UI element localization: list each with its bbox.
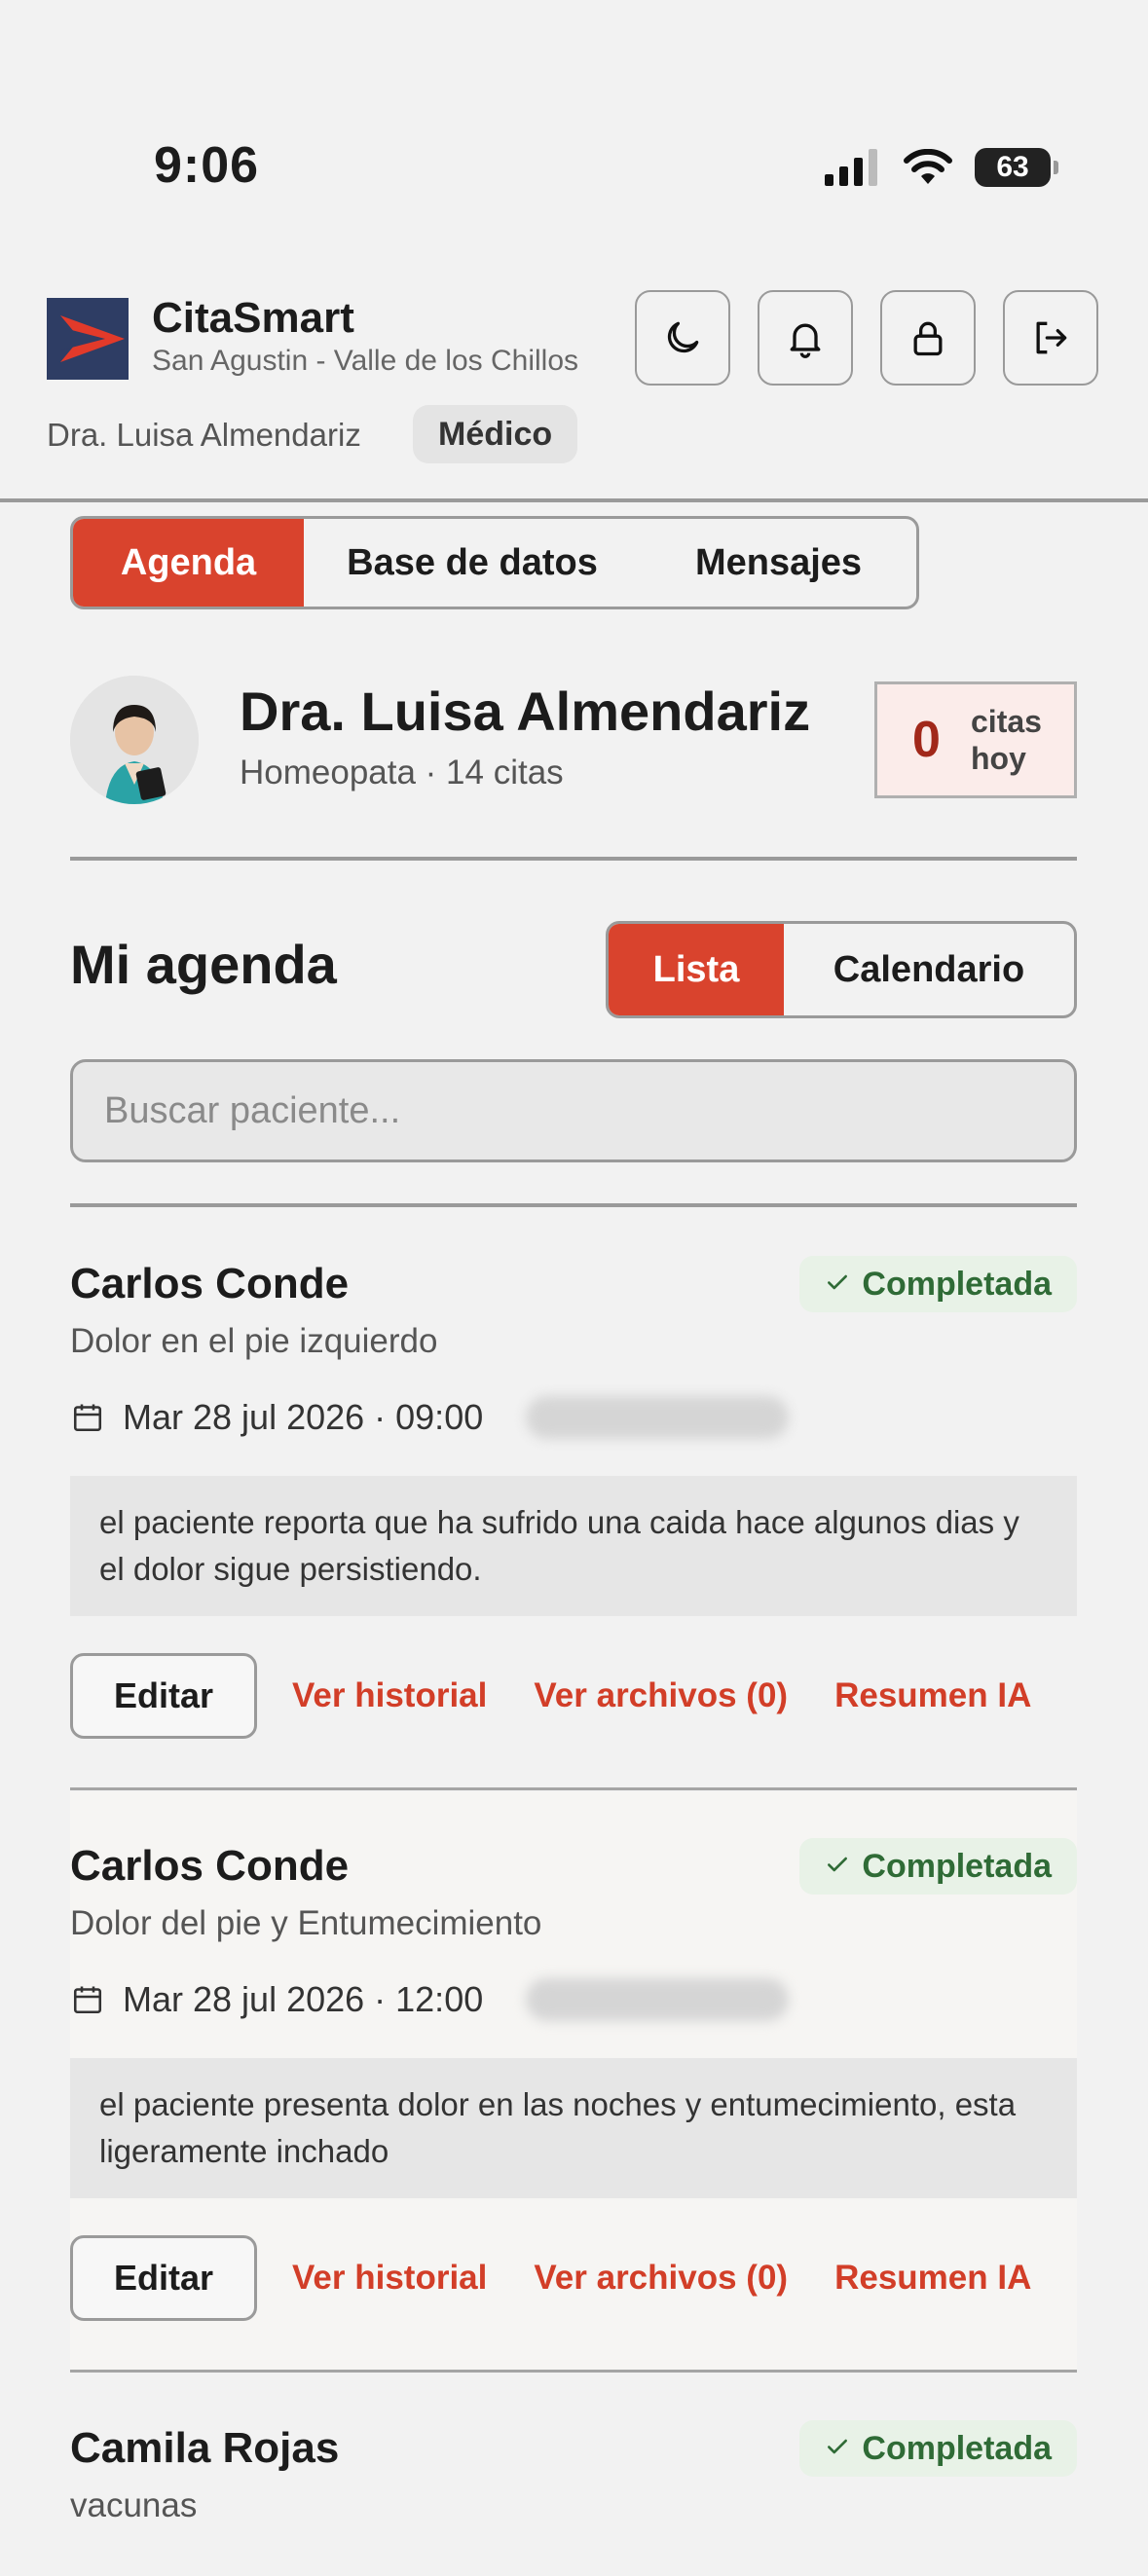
view-toggle: Lista Calendario bbox=[606, 921, 1077, 1018]
today-label-line2: hoy bbox=[971, 741, 1026, 776]
patient-name: Carlos Conde bbox=[70, 1260, 350, 1307]
patient-search-input[interactable] bbox=[70, 1059, 1077, 1162]
tab-base-de-datos[interactable]: Base de datos bbox=[304, 519, 641, 607]
wifi-icon bbox=[904, 149, 952, 184]
edit-button[interactable]: Editar bbox=[70, 2235, 257, 2321]
signal-icon bbox=[825, 149, 877, 186]
appointment-reason: Dolor del pie y Entumecimiento bbox=[70, 1904, 542, 1942]
appointment-actions: Editar Ver historial Ver archivos (0) Re… bbox=[70, 1653, 1031, 1739]
current-user-name: Dra. Luisa Almendariz bbox=[47, 417, 361, 453]
app-header: CitaSmart San Agustin - Valle de los Chi… bbox=[0, 282, 1148, 502]
doctor-avatar bbox=[70, 676, 199, 804]
lock-button[interactable] bbox=[880, 290, 976, 386]
appointment-note: el paciente reporta que ha sufrido una c… bbox=[70, 1476, 1077, 1616]
status-bar: 9:06 63 bbox=[0, 0, 1148, 263]
patient-name: Carlos Conde bbox=[70, 1842, 350, 1890]
appointment-reason: Dolor en el pie izquierdo bbox=[70, 1322, 438, 1360]
bell-icon bbox=[790, 323, 821, 358]
today-count: 0 bbox=[912, 712, 941, 768]
appointment-note: el paciente presenta dolor en las noches… bbox=[70, 2058, 1077, 2198]
status-label: Completada bbox=[862, 2429, 1052, 2467]
status-badge: Completada bbox=[799, 1838, 1077, 1895]
status-badge: Completada bbox=[799, 1256, 1077, 1312]
tab-agenda[interactable]: Agenda bbox=[73, 519, 304, 607]
calendar-icon bbox=[73, 1986, 102, 2014]
battery-indicator: 63 bbox=[975, 148, 1058, 187]
appointment-reason: vacunas bbox=[70, 2486, 198, 2524]
appointment-datetime: Mar 28 jul 2026 · 12:00 bbox=[123, 1979, 484, 2019]
calendar-icon bbox=[73, 1404, 102, 1432]
doctor-specialty: Homeopata · 14 citas bbox=[240, 754, 564, 791]
status-label: Completada bbox=[862, 1265, 1052, 1303]
ai-summary-link[interactable]: Resumen IA bbox=[834, 2259, 1031, 2298]
check-icon bbox=[825, 1266, 850, 1304]
appointment-datetime: Mar 28 jul 2026 · 09:00 bbox=[123, 1397, 484, 1437]
redacted-phone bbox=[526, 1978, 790, 2021]
section-divider bbox=[70, 857, 1077, 861]
tab-mensajes[interactable]: Mensajes bbox=[641, 519, 916, 607]
check-icon bbox=[825, 2430, 850, 2468]
main-tabs: Agenda Base de datos Mensajes bbox=[70, 516, 919, 609]
view-history-link[interactable]: Ver historial bbox=[292, 1676, 487, 1715]
status-badge: Completada bbox=[799, 2420, 1077, 2477]
ai-summary-link[interactable]: Resumen IA bbox=[834, 1676, 1031, 1715]
notifications-button[interactable] bbox=[758, 290, 853, 386]
patient-name: Camila Rojas bbox=[70, 2424, 340, 2472]
status-icons: 63 bbox=[825, 148, 1058, 187]
clinic-location: San Agustin - Valle de los Chillos bbox=[152, 345, 579, 377]
appointment-datetime-row: Mar 28 jul 2026 · 12:00 bbox=[70, 1978, 790, 2021]
appointment-actions: Editar Ver historial Ver archivos (0) Re… bbox=[70, 2235, 1031, 2321]
check-icon bbox=[825, 1848, 850, 1886]
view-list-button[interactable]: Lista bbox=[609, 924, 784, 1015]
view-history-link[interactable]: Ver historial bbox=[292, 2259, 487, 2298]
view-calendar-button[interactable]: Calendario bbox=[784, 924, 1074, 1015]
edit-button[interactable]: Editar bbox=[70, 1653, 257, 1739]
appointment-datetime-row: Mar 28 jul 2026 · 09:00 bbox=[70, 1396, 790, 1439]
status-label: Completada bbox=[862, 1847, 1052, 1885]
today-appointments-counter: 0 citas hoy bbox=[874, 681, 1077, 798]
card-separator bbox=[70, 1787, 1077, 1790]
appointment-card: Camila Rojas Completada vacunas bbox=[70, 2420, 1077, 2570]
role-badge: Médico bbox=[413, 405, 578, 463]
appointment-card: Carlos Conde Completada Dolor del pie y … bbox=[70, 1838, 1077, 2373]
view-files-link[interactable]: Ver archivos (0) bbox=[534, 2259, 788, 2298]
doctor-name: Dra. Luisa Almendariz bbox=[240, 681, 811, 742]
agenda-title: Mi agenda bbox=[70, 934, 337, 995]
logout-icon bbox=[1036, 321, 1067, 354]
lock-icon bbox=[913, 321, 943, 356]
today-label-line1: citas bbox=[971, 704, 1042, 739]
dark-mode-button[interactable] bbox=[635, 290, 730, 386]
app-title: CitaSmart bbox=[152, 294, 354, 342]
card-separator bbox=[70, 2370, 1077, 2373]
redacted-phone bbox=[526, 1396, 790, 1439]
view-files-link[interactable]: Ver archivos (0) bbox=[534, 1676, 788, 1715]
list-divider bbox=[70, 1203, 1077, 1207]
app-logo bbox=[47, 298, 129, 380]
moon-icon bbox=[667, 321, 699, 353]
logout-button[interactable] bbox=[1003, 290, 1098, 386]
clock: 9:06 bbox=[154, 137, 260, 194]
appointment-card: Carlos Conde Completada Dolor en el pie … bbox=[70, 1256, 1077, 1790]
